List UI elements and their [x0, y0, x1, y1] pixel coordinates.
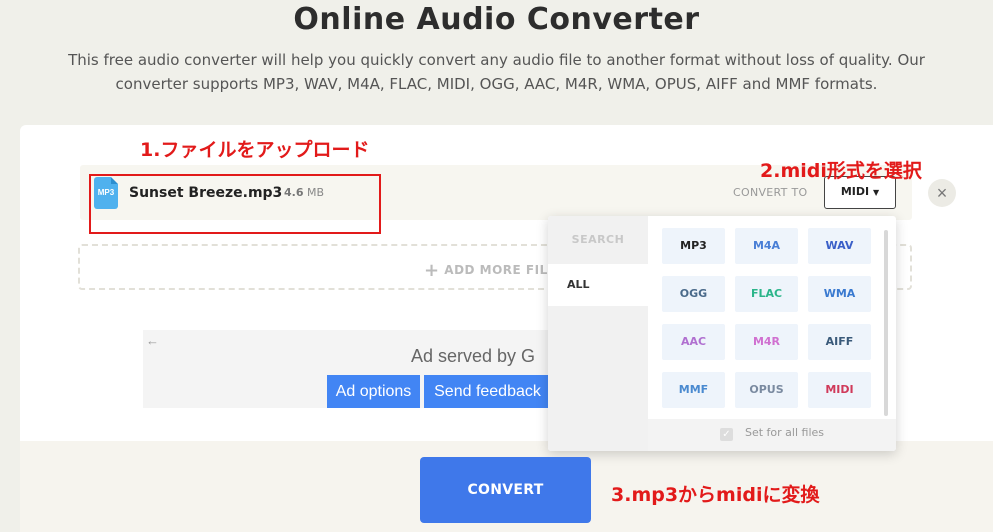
- annotation-highlight-box: [89, 174, 381, 234]
- category-all[interactable]: ALL: [548, 264, 648, 306]
- back-arrow-icon[interactable]: ←: [146, 333, 159, 348]
- format-option-flac[interactable]: FLAC: [735, 276, 798, 312]
- annotation-step3: 3.mp3からmidiに変換: [611, 484, 820, 506]
- format-option-aiff[interactable]: AIFF: [808, 324, 871, 360]
- dropdown-scrollbar[interactable]: [884, 230, 888, 416]
- add-more-label: ADD MORE FIL: [444, 263, 548, 277]
- annotation-step2: 2.midi形式を選択: [760, 160, 922, 182]
- caret-down-icon: ▼: [872, 188, 880, 197]
- remove-file-button[interactable]: ×: [928, 179, 956, 207]
- format-option-ogg[interactable]: OGG: [662, 276, 725, 312]
- page-subtitle: This free audio converter will help you …: [68, 51, 925, 93]
- format-grid: MP3 M4A WAV OGG FLAC WMA AAC M4R AIFF MMF OPUS MIDI: [648, 216, 896, 451]
- format-option-mmf[interactable]: MMF: [662, 372, 725, 408]
- convert-button[interactable]: CONVERT: [420, 457, 591, 523]
- convert-to-label: CONVERT TO: [733, 186, 808, 199]
- format-option-midi[interactable]: MIDI: [808, 372, 871, 408]
- page-title: Online Audio Converter: [293, 2, 700, 37]
- format-option-opus[interactable]: OPUS: [735, 372, 798, 408]
- format-option-aac[interactable]: AAC: [662, 324, 725, 360]
- format-option-m4a[interactable]: M4A: [735, 228, 798, 264]
- send-feedback-button[interactable]: Send feedback: [424, 375, 551, 408]
- format-option-wma[interactable]: WMA: [808, 276, 871, 312]
- selected-format-label: MIDI: [840, 185, 870, 198]
- ad-served-by-text: Ad served by G: [411, 346, 536, 366]
- add-more-files-text: + ADD MORE FIL: [424, 260, 548, 281]
- format-option-m4r[interactable]: M4R: [735, 324, 798, 360]
- ad-options-button[interactable]: Ad options: [327, 375, 420, 408]
- annotation-step1: 1.ファイルをアップロード: [140, 139, 370, 161]
- set-for-all-files-label: Set for all files: [745, 426, 825, 439]
- plus-icon: +: [424, 260, 440, 281]
- format-option-mp3[interactable]: MP3: [662, 228, 725, 264]
- format-dropdown: SEARCH ALL MP3 M4A WAV OGG FLAC WMA AAC M4R AIFF…: [548, 216, 896, 451]
- format-option-wav[interactable]: WAV: [808, 228, 871, 264]
- format-search[interactable]: SEARCH: [548, 216, 648, 264]
- checkbox-icon[interactable]: ✓: [720, 428, 733, 441]
